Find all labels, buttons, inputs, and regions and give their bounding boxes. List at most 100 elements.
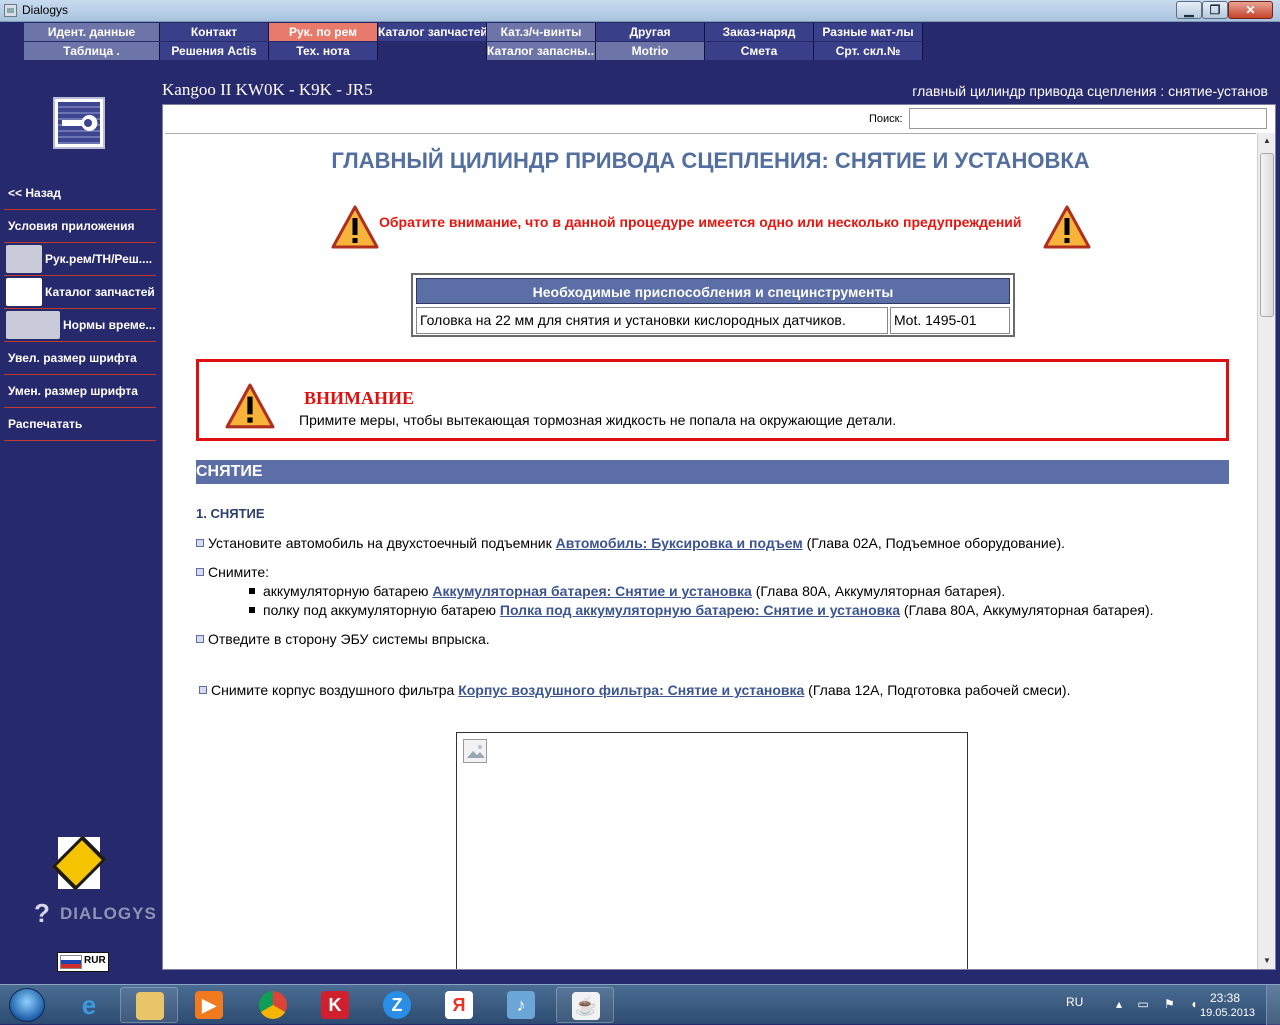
start-button[interactable] [2,986,54,1024]
maximize-button[interactable]: ❐ [1202,1,1228,19]
russian-flag-icon [60,955,82,969]
tab-tech-note[interactable]: Тех. нота [269,42,378,60]
section-bar-removal: СНЯТИЕ [196,460,1229,484]
sub-list-item: аккумуляторную батарею Аккумуляторная ба… [249,583,1005,599]
clock-date[interactable]: 19.05.2013 [1200,1007,1255,1019]
close-button[interactable]: ✕ [1228,1,1273,19]
vertical-scrollbar[interactable]: ▲ ▼ [1257,133,1275,969]
warning-icon [1043,204,1091,250]
tools-table-ref: Mot. 1495-01 [890,307,1010,334]
tools-table: Необходимые приспособления и специнструм… [411,273,1015,337]
caution-box: ВНИМАНИЕ Примите меры, чтобы вытекающая … [196,359,1229,441]
show-desktop-button[interactable] [1266,985,1280,1025]
window-title: Dialogys [22,3,69,17]
top-tabs: Идент. данные Контакт Рук. по рем Катало… [0,22,1280,60]
sidebar-item-label: Каталог запчастей [45,285,155,299]
vehicle-label: Kangoo II KW0K - K9K - JR5 [162,80,373,99]
speaker-icon: ♪ [507,991,535,1019]
section-title: главный цилиндр привода сцепления : снят… [912,83,1268,99]
tab-actis-solutions[interactable]: Решения Actis [160,42,269,60]
warning-note: Обратите внимание, что в данной процедур… [379,214,1022,230]
taskbar-ie[interactable]: e [60,987,118,1023]
taskbar: e ▶ K Z Я ♪ ☕ RU ▴ ▭ ⚑ ◖ 23:38 19.05.201… [0,984,1280,1025]
sidebar-item-font-increase[interactable]: Увел. размер шрифта [4,342,156,375]
bullet-icon [196,568,204,576]
list-item: Снимите: [196,564,269,580]
tools-table-item: Головка на 22 мм для снятия и установки … [416,307,888,334]
scroll-down-icon[interactable]: ▼ [1261,955,1273,967]
parts-icon [6,278,42,306]
sidebar-item-repair-manual[interactable]: Рук.рем/ТН/Реш.... [4,243,156,276]
minimize-button[interactable]: ▁ [1176,1,1202,19]
content-panel: Поиск: ГЛАВНЫЙ ЦИЛИНДР ПРИВОДА СЦЕПЛЕНИЯ… [162,104,1276,970]
wrench-icon [62,115,98,131]
folder-icon [136,992,164,1020]
tab-ident-data[interactable]: Идент. данные [24,23,160,41]
window-titlebar: Dialogys ▁ ❐ ✕ [0,0,1280,22]
link-air-filter-housing[interactable]: Корпус воздушного фильтра: Снятие и уста… [458,682,804,698]
sidebar-item-parts-catalog[interactable]: Каталог запчастей [4,276,156,309]
taskbar-chrome[interactable] [244,987,302,1023]
tray-icons[interactable]: ▴ ▭ ⚑ ◖ [1116,997,1203,1011]
sidebar-item-labour-times[interactable]: Нормы време... [4,309,156,342]
link-battery[interactable]: Аккумуляторная батарея: Снятие и установ… [432,583,751,599]
tab-motrio[interactable]: Motrio [596,42,705,60]
tab-contact[interactable]: Контакт [160,23,269,41]
caution-heading: ВНИМАНИЕ [304,388,415,408]
list-item: Отведите в сторону ЭБУ системы впрыска. [196,631,490,647]
scroll-up-icon[interactable]: ▲ [1261,135,1273,147]
warning-icon [225,382,275,430]
taskbar-explorer[interactable] [120,987,178,1023]
clock-time[interactable]: 23:38 [1210,991,1240,1005]
tab-work-order[interactable]: Заказ-наряд [705,23,814,41]
link-battery-tray[interactable]: Полка под аккумуляторную батарею: Снятие… [500,602,900,618]
broken-image-icon [463,739,487,763]
tab-table[interactable]: Таблица . [24,42,160,60]
list-item: Снимите корпус воздушного фильтра Корпус… [199,682,1070,698]
input-language[interactable]: RU [1066,995,1083,1009]
tab-spare-catalog[interactable]: Каталог запасны... [487,42,596,60]
taskbar-java[interactable]: ☕ [556,987,614,1023]
windows-logo-icon [9,988,45,1022]
sub-list-item: полку под аккумуляторную батарею Полка п… [249,602,1154,618]
link-vehicle-towing[interactable]: Автомобиль: Буксировка и подъем [556,535,803,551]
tools-icon [6,245,42,273]
taskbar-z-app[interactable]: Z [368,987,426,1023]
sidebar-item-font-decrease[interactable]: Умен. размер шрифта [4,375,156,408]
sidebar-item-label: Нормы време... [63,318,156,332]
media-player-icon: ▶ [195,991,223,1019]
figure-image [456,732,968,969]
tab-parts-screws[interactable]: Кат.з/ч-винты [487,23,596,41]
tab-estimate[interactable]: Смета [705,42,814,60]
language-selector[interactable]: RUR [57,952,109,972]
language-code: RUR [84,955,106,966]
kaspersky-icon: K [321,991,349,1019]
close-icon: ✕ [1245,3,1256,17]
minimize-icon: ▁ [1184,3,1194,17]
tab-other[interactable]: Другая [596,23,705,41]
tab-empty [378,42,487,60]
java-icon: ☕ [572,992,600,1020]
sidebar-item-back[interactable]: << Назад [4,177,156,210]
scroll-thumb[interactable] [1260,153,1274,317]
tools-table-header: Необходимые приспособления и специнструм… [416,278,1010,304]
bullet-icon [196,635,204,643]
tab-warehouse-no[interactable]: Срт. скл.№ [814,42,923,60]
list-item: Установите автомобиль на двухстоечный по… [196,535,1065,551]
sidebar-item-print[interactable]: Распечатать [4,408,156,441]
caution-text: Примите меры, чтобы вытекающая тормозная… [299,412,897,428]
sidebar-item-app-conditions[interactable]: Условия приложения [4,210,156,243]
tab-parts-catalog[interactable]: Каталог запчастей [378,23,487,41]
taskbar-sound[interactable]: ♪ [492,987,550,1023]
help-icon: ? [34,898,51,928]
z-app-icon: Z [383,991,411,1019]
app-icon [4,4,17,17]
taskbar-yandex[interactable]: Я [430,987,488,1023]
system-tray: RU ▴ ▭ ⚑ ◖ 23:38 19.05.2013 [1060,985,1280,1025]
search-input[interactable] [909,108,1267,129]
taskbar-kaspersky[interactable]: K [306,987,364,1023]
taskbar-media-player[interactable]: ▶ [180,987,238,1023]
tab-repair-manual[interactable]: Рук. по рем [269,23,378,41]
tab-misc-materials[interactable]: Разные мат-лы [814,23,923,41]
sidebar: << Назад Условия приложения Рук.рем/ТН/Р… [0,60,160,975]
